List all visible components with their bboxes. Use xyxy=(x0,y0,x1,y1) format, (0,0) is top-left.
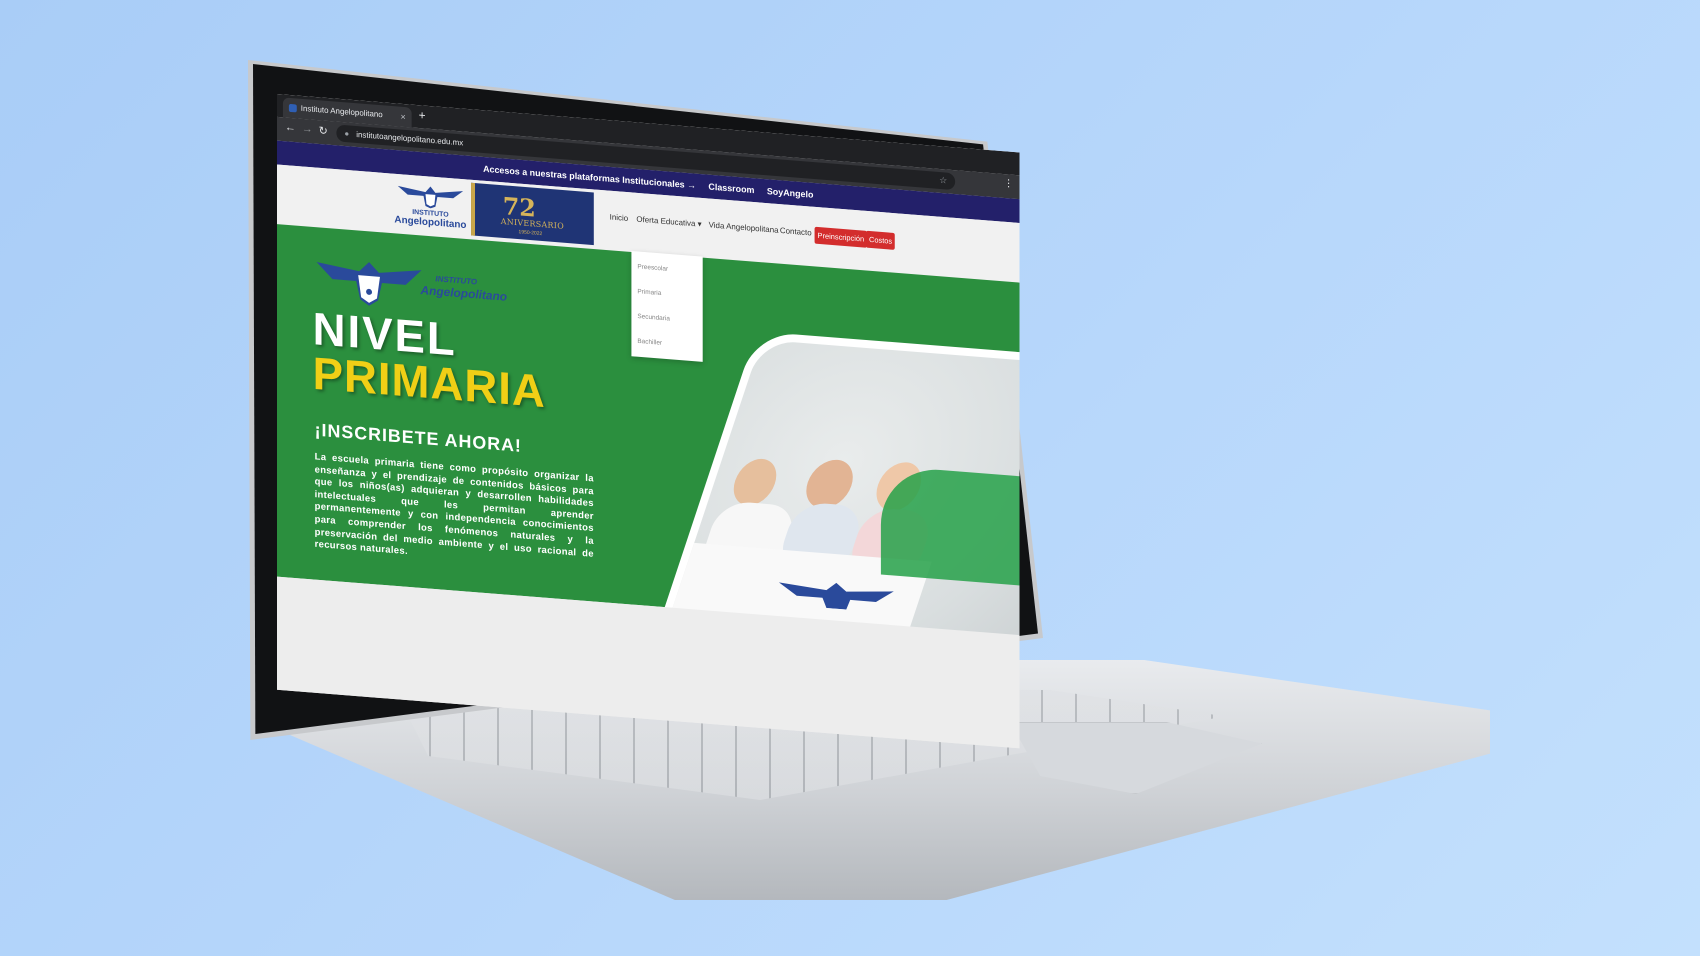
star-icon[interactable]: ☆ xyxy=(939,172,947,190)
nav-oferta-educativa[interactable]: Oferta Educativa ▾ xyxy=(636,215,701,229)
dropdown-item-primaria[interactable]: Primaria xyxy=(637,288,661,297)
kid-face xyxy=(799,458,860,510)
soyangelo-link[interactable]: SoyAngelo xyxy=(767,186,814,200)
hero-eagle-logo-icon xyxy=(316,261,422,306)
dropdown-item-bachiller[interactable]: Bachiller xyxy=(637,338,662,347)
favicon-icon xyxy=(288,103,297,113)
kid-face xyxy=(727,457,783,507)
anniversary-banner: 72 ANIVERSARIO 1950-2022 xyxy=(471,182,594,246)
green-overlay xyxy=(880,465,1020,586)
close-tab-icon[interactable]: × xyxy=(400,107,405,127)
costos-button[interactable]: Costos xyxy=(866,230,896,250)
caret-down-icon: ▾ xyxy=(697,219,702,229)
classroom-link[interactable]: Classroom xyxy=(708,182,754,196)
dropdown-item-preescolar[interactable]: Preescolar xyxy=(637,263,668,272)
anniversary-label: ANIVERSARIO xyxy=(500,216,564,231)
tab-title: Instituto Angelopolitano xyxy=(300,103,383,120)
reload-icon[interactable]: ↻ xyxy=(319,124,328,138)
nav-contacto[interactable]: Contacto xyxy=(780,226,812,237)
dropdown-item-secundaria[interactable]: Secundaria xyxy=(637,313,670,323)
lock-icon: ● xyxy=(344,129,350,139)
browser-menu-icon[interactable]: ⋮ xyxy=(1004,178,1014,190)
hero-logo-name: Angelopolitano xyxy=(420,283,508,304)
new-tab-icon[interactable]: + xyxy=(419,108,426,122)
eagle-logo-icon[interactable] xyxy=(396,180,465,211)
forward-icon[interactable]: → xyxy=(302,123,313,136)
nav-inicio[interactable]: Inicio xyxy=(610,213,629,223)
anniversary-years: 1950-2022 xyxy=(518,229,543,238)
hero-cta-text: ¡INSCRIBETE AHORA! xyxy=(314,419,522,456)
oferta-dropdown-menu: Preescolar Primaria Secundaria Bachiller xyxy=(631,251,703,362)
nav-vida-angelopolitana[interactable]: Vida Angelopolitana xyxy=(709,220,779,234)
preinscripcion-button[interactable]: Preinscripción xyxy=(814,226,868,248)
browser-window: Instituto Angelopolitano × + ← → ↻ ● ins… xyxy=(277,94,1020,749)
nav-oferta-label: Oferta Educativa xyxy=(636,214,696,229)
hero-title-line2: PRIMARIA xyxy=(312,347,546,418)
back-icon[interactable]: ← xyxy=(285,121,296,134)
url-text: institutoangelopolitano.edu.mx xyxy=(356,130,464,148)
hero-description: La escuela primaria tiene como propósito… xyxy=(314,451,594,560)
